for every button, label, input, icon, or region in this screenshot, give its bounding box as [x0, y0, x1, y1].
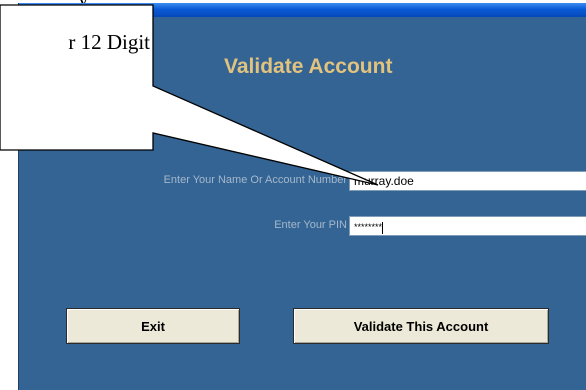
exit-button-label: Exit [141, 318, 165, 334]
panel-title: Validate Account [224, 55, 393, 78]
callout-text: r 12 Digit [68, 30, 150, 54]
validate-button-label: Validate This Account [353, 318, 489, 334]
exit-button[interactable]: Exit [66, 308, 240, 344]
name-field-label: Enter Your Name Or Account Number [163, 174, 347, 186]
text-caret [382, 221, 384, 234]
document-page: y Validate Account Enter Your Name Or Ac… [0, 0, 586, 390]
pin-input-value: ******** [354, 222, 383, 232]
window-title-bar[interactable] [19, 3, 586, 17]
pin-field-label: Enter Your PIN [274, 219, 347, 231]
validate-account-window: Validate Account Enter Your Name Or Acco… [18, 3, 586, 390]
pin-input[interactable]: ******** [349, 216, 586, 236]
name-input-value: murray.doe [354, 174, 414, 188]
name-or-account-input[interactable]: murray.doe [349, 171, 586, 191]
validate-account-button[interactable]: Validate This Account [293, 308, 549, 344]
